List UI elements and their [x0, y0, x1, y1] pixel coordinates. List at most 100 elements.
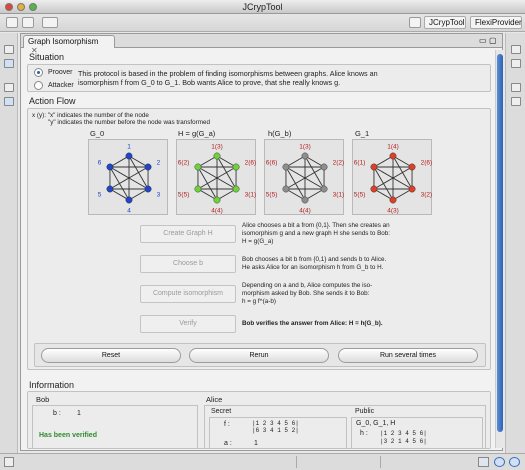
save-icon[interactable] — [22, 17, 34, 28]
choose-b-button[interactable]: Choose b — [140, 255, 236, 273]
graph-node-label: 4(4) — [211, 207, 223, 214]
graph-node-label: 1(4) — [387, 144, 399, 151]
left-trim-bar — [0, 33, 18, 453]
restore-icon[interactable] — [511, 45, 521, 54]
graph-node-label: 2(6) — [245, 160, 257, 167]
graph-node — [282, 163, 290, 171]
graph-node — [282, 185, 290, 193]
graph-panel-g1: 1(4) 2(6) 3(2) 4(3) 5(5) 6(1) — [352, 139, 432, 215]
verify-button[interactable]: Verify — [140, 315, 236, 333]
situation-group: Proover Attacker This protocol is based … — [27, 64, 491, 92]
tab-graph-isomorphism[interactable]: Graph Isomorphism ✕ — [23, 35, 115, 55]
step-1-description: Alice chooses a bit a from {0,1}. Then s… — [242, 222, 422, 246]
attacker-radio[interactable] — [34, 81, 43, 90]
help-icon[interactable] — [509, 457, 520, 467]
bob-title: Bob — [36, 395, 50, 404]
graph-node — [125, 196, 133, 204]
secret-f-label: f : — [224, 421, 230, 428]
alice-title: Alice — [206, 395, 223, 404]
public-title: Public — [355, 408, 375, 415]
graph-hgb: 1(3) 2(2) 3(1) 4(4) 5(5) 6(6) — [266, 144, 345, 215]
compute-isomorphism-button[interactable]: Compute isomorphism — [140, 285, 236, 303]
step-text-line: H = g(G_a) — [242, 238, 274, 245]
run-controls-group: Reset Rerun Run several times — [34, 343, 486, 367]
graph-node — [301, 152, 309, 160]
graph-node-label: 6(6) — [266, 160, 278, 167]
step-text-line: Alice chooses a bit a from {0,1}. Then s… — [242, 222, 390, 229]
graph-panel-hgb: 1(3) 2(2) 3(1) 4(4) 5(5) 6(6) — [264, 139, 344, 215]
vertical-scrollbar[interactable] — [495, 50, 503, 448]
node-notation-note-2: "y" indicates the number before the node… — [48, 119, 210, 126]
scrollbar-thumb[interactable] — [497, 54, 503, 432]
perspective-flexiprovider[interactable]: FlexiProvider — [470, 16, 522, 29]
attacker-label: Attacker — [48, 82, 74, 89]
graph-edge — [285, 166, 306, 201]
graph-node — [232, 185, 240, 193]
public-h-row2: |3 2 1 4 5 6| — [380, 438, 427, 445]
rerun-button[interactable]: Rerun — [189, 348, 329, 363]
tools-view-icon[interactable] — [511, 97, 521, 106]
graph-title-g0: G_0 — [90, 129, 105, 138]
restore-icon[interactable] — [4, 83, 14, 92]
run-several-times-button[interactable]: Run several times — [338, 348, 478, 363]
right-trim-bar — [505, 33, 525, 453]
step-text-line: isomorphism g and a new graph H she send… — [242, 230, 391, 237]
run-dropdown-icon[interactable] — [42, 17, 58, 28]
graph-node-label: 3 — [157, 191, 161, 198]
bob-b-value: 1 — [77, 410, 81, 417]
graph-node — [370, 163, 378, 171]
graph-node-label: 4(3) — [387, 207, 399, 214]
restore-icon[interactable] — [4, 45, 14, 54]
graph-node-label: 2(6) — [421, 160, 433, 167]
secret-a-value: 1 — [254, 440, 258, 447]
fast-view-icon[interactable] — [4, 457, 14, 467]
graph-node-label: 1 — [127, 144, 131, 151]
graph-node — [301, 196, 309, 204]
action-flow-title: Action Flow — [29, 96, 76, 106]
graph-node-label: 6 — [98, 160, 102, 167]
reset-button[interactable]: Reset — [41, 348, 181, 363]
new-icon[interactable] — [6, 17, 18, 28]
graph-node — [320, 163, 328, 171]
graph-node — [125, 152, 133, 160]
graph-node-label: 6(1) — [354, 160, 366, 167]
step-text-line: Depending on a and b, Alice computes the… — [242, 282, 373, 289]
update-icon[interactable] — [494, 457, 505, 467]
step-text-line: h = g f^(a-b) — [242, 298, 276, 305]
situation-title: Situation — [29, 52, 65, 62]
information-group: Bob b : 1 Has been verified Alice Secret… — [27, 391, 491, 449]
explorer-view-icon[interactable] — [4, 59, 14, 68]
graph-node — [194, 163, 202, 171]
open-perspective-icon[interactable] — [409, 17, 421, 28]
graph-node — [370, 185, 378, 193]
step-text-line: Bob chooses a bit b from {0,1} and sends… — [242, 256, 387, 263]
action-flow-group: x (y): "x" indicates the number of the n… — [27, 108, 491, 370]
algorithm-view-icon[interactable] — [4, 97, 14, 106]
graph-node-label: 3(1) — [333, 191, 345, 198]
perspective-jcryptool[interactable]: JCrypTool — [424, 16, 466, 29]
proover-radio[interactable] — [34, 68, 43, 77]
bob-b-label: b : — [53, 410, 61, 417]
restore-icon[interactable] — [511, 83, 521, 92]
create-graph-h-button[interactable]: Create Graph H — [140, 225, 236, 243]
graph-node — [144, 163, 152, 171]
graph-node — [320, 185, 328, 193]
main-toolbar: JCrypTool FlexiProvider — [0, 14, 525, 32]
progress-icon[interactable] — [478, 457, 489, 467]
graph-node-label: 5 — [98, 191, 102, 198]
graph-node-label: 5(5) — [266, 191, 278, 198]
graph-g1: 1(4) 2(6) 3(2) 4(3) 5(5) 6(1) — [354, 144, 433, 215]
window-title: JCrypTool — [242, 2, 283, 12]
graph-node — [389, 152, 397, 160]
step-3-description: Depending on a and b, Alice computes the… — [242, 282, 422, 306]
graph-isomorphism-editor: Graph Isomorphism ✕ ▭ ▢ Situation Proove… — [20, 33, 503, 451]
maximize-editor-icon[interactable]: ▢ — [489, 36, 497, 45]
graph-title-g1: G_1 — [355, 129, 370, 138]
minimize-editor-icon[interactable]: ▭ — [479, 36, 487, 45]
graph-h: 1(3) 2(6) 3(1) 4(4) 5(5) 6(2) — [178, 144, 257, 215]
secret-f-row2: |6 3 4 1 5 2| — [252, 427, 299, 434]
graph-node — [213, 152, 221, 160]
crypto-view-icon[interactable] — [511, 59, 521, 68]
secret-a-label: a : — [224, 440, 232, 447]
graph-node-label: 1(3) — [211, 144, 223, 151]
